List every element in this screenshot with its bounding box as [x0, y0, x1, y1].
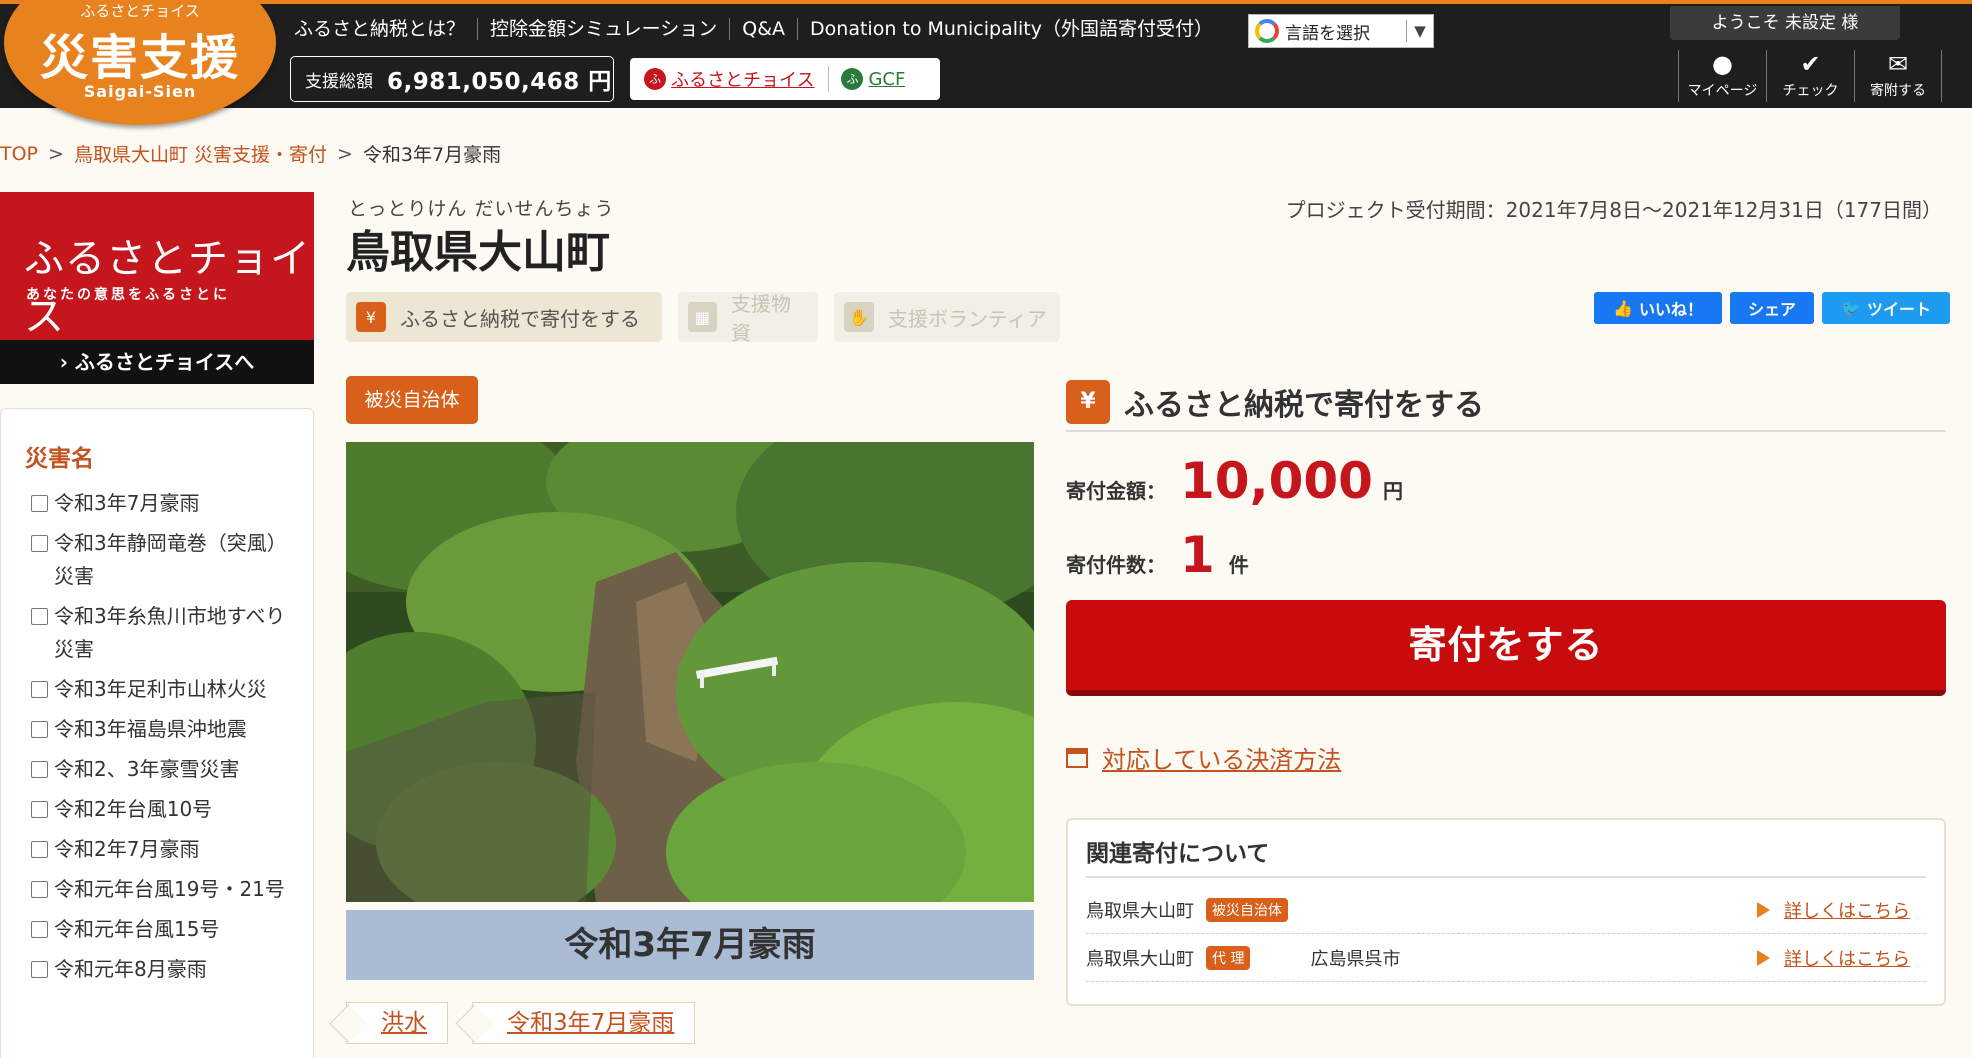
total-support-label: 支援総額 — [305, 71, 373, 92]
support-tabs: ¥ ふるさと納税で寄付をする ▦ 支援物資 ✋ 支援ボランティア — [346, 292, 1060, 345]
related-row: 鳥取県大山町 被災自治体 詳しくはこちら — [1086, 886, 1926, 934]
google-icon — [1255, 19, 1279, 43]
page-title: 鳥取県大山町 — [346, 227, 610, 278]
tag-july-rain[interactable]: 令和3年7月豪雨 — [472, 1002, 696, 1044]
disaster-list: 令和3年7月豪雨 令和3年静岡竜巻（突風）災害 令和3年糸魚川市地すべり災害 令… — [31, 487, 291, 993]
disaster-item[interactable]: 令和元年8月豪雨 — [31, 953, 291, 986]
checkbox[interactable] — [31, 921, 48, 938]
related-heading: 関連寄付について — [1086, 841, 1270, 867]
disaster-item[interactable]: 令和元年台風15号 — [31, 913, 291, 946]
banner-subtitle: あなたの意思をふるさとに — [26, 287, 230, 303]
twitter-bird-icon: 🐦 — [1841, 298, 1861, 318]
checkbox[interactable] — [31, 535, 48, 552]
disaster-item[interactable]: 令和2、3年豪雪災害 — [31, 753, 291, 786]
check-icon: ✔ — [1800, 50, 1821, 78]
disaster-filter-box: 災害名 令和3年7月豪雨 令和3年静岡竜巻（突風）災害 令和3年糸魚川市地すべり… — [0, 408, 314, 1058]
checkbox[interactable] — [31, 841, 48, 858]
credit-card-icon — [1066, 747, 1088, 768]
thumbs-up-icon: 👍 — [1613, 298, 1633, 318]
user-menu: ● マイページ ✔ チェック ✉ 寄附する — [1678, 50, 1942, 102]
disaster-item[interactable]: 令和3年7月豪雨 — [31, 487, 291, 520]
nav-deduction-simulation[interactable]: 控除金額シミュレーション — [477, 18, 729, 40]
checkbox[interactable] — [31, 608, 48, 625]
box-icon: ▦ — [688, 302, 717, 332]
partner-links: ふ ふるさとチョイス ふ GCF — [630, 58, 940, 100]
welcome-message: ようこそ 未設定 様 — [1670, 6, 1900, 40]
checkbox[interactable] — [31, 761, 48, 778]
checkbox[interactable] — [31, 881, 48, 898]
handshake-icon: ✋ — [844, 302, 874, 332]
donation-amount: 寄付金額： 10,000 円 — [1066, 452, 1403, 510]
facebook-like-button[interactable]: 👍 いいね！ — [1594, 292, 1722, 324]
tag-flood[interactable]: 洪水 — [346, 1002, 448, 1044]
checkbox[interactable] — [31, 721, 48, 738]
furusato-choice-icon: ふ — [644, 68, 666, 90]
checkbox[interactable] — [31, 681, 48, 698]
tweet-button[interactable]: 🐦 ツイート — [1822, 292, 1950, 324]
global-nav: ふるさと納税とは？ 控除金額シミュレーション Q&A Donation to M… — [282, 14, 1225, 44]
donate-icon: ✉ — [1887, 50, 1909, 78]
donate-header-button[interactable]: ✉ 寄附する — [1854, 50, 1942, 102]
tab-volunteer[interactable]: ✋ 支援ボランティア — [834, 292, 1060, 342]
disaster-item[interactable]: 令和元年台風19号・21号 — [31, 873, 291, 906]
tab-relief-supplies[interactable]: ▦ 支援物資 — [678, 292, 818, 345]
related-row: 鳥取県大山町 代 理 広島県呉市 詳しくはこちら — [1086, 934, 1926, 982]
disaster-item[interactable]: 令和3年静岡竜巻（突風）災害 — [31, 527, 291, 593]
checkbox[interactable] — [31, 495, 48, 512]
mypage-button[interactable]: ● マイページ — [1678, 50, 1766, 102]
user-icon: ● — [1712, 50, 1733, 78]
related-donations-box: 関連寄付について 鳥取県大山町 被災自治体 詳しくはこちら 鳥取県大山町 代 理… — [1066, 818, 1946, 1006]
yen-bag-icon: ¥ — [356, 302, 386, 332]
banner-link[interactable]: › ふるさとチョイスへ — [0, 340, 314, 384]
social-buttons: 👍 いいね！ シェア 🐦 ツイート — [1594, 292, 1950, 324]
checkbox[interactable] — [31, 961, 48, 978]
affected-municipality-badge: 被災自治体 — [346, 376, 478, 424]
donation-count: 寄付件数： 1 件 — [1066, 526, 1249, 584]
donation-section-heading: ¥ ふるさと納税で寄付をする — [1066, 374, 1946, 432]
gcf-link[interactable]: ふ GCF — [829, 68, 917, 90]
disaster-item[interactable]: 令和3年糸魚川市地すべり災害 — [31, 600, 291, 666]
breadcrumb-top[interactable]: TOP — [0, 143, 38, 165]
nav-foreign-donation[interactable]: Donation to Municipality（外国語寄付受付） — [797, 18, 1225, 40]
tab-furusato-donation[interactable]: ¥ ふるさと納税で寄付をする — [346, 292, 662, 342]
yen-bag-icon: ¥ — [1066, 380, 1110, 424]
breadcrumb-current: 令和3年7月豪雨 — [362, 144, 502, 166]
project-period: プロジェクト受付期間：2021年7月8日～2021年12月31日（177日間） — [1285, 198, 1942, 222]
status-badge: 代 理 — [1206, 945, 1251, 970]
proxy-municipality: 広島県呉市 — [1310, 948, 1401, 970]
disaster-item[interactable]: 令和2年7月豪雨 — [31, 833, 291, 866]
language-select[interactable]: 言語を選択 ▼ — [1248, 14, 1434, 48]
details-link[interactable]: 詳しくはこちら — [1757, 897, 1910, 923]
triangle-right-icon — [1757, 949, 1770, 966]
disaster-item[interactable]: 令和3年足利市山林火災 — [31, 673, 291, 706]
furusato-choice-link[interactable]: ふ ふるさとチョイス — [630, 66, 830, 92]
tag-list: 洪水 令和3年7月豪雨 — [346, 1002, 696, 1044]
donation-amount-value: 10,000 — [1180, 452, 1373, 510]
triangle-right-icon — [1757, 901, 1770, 918]
checkbox[interactable] — [31, 801, 48, 818]
disaster-photo — [346, 442, 1034, 902]
dropdown-arrow-icon: ▼ — [1414, 22, 1426, 40]
furusato-choice-banner[interactable]: ふるさとチョイス あなたの意思をふるさとに › ふるさとチョイスへ — [0, 192, 314, 384]
total-support-value: 6,981,050,468 円 — [387, 69, 612, 95]
check-button[interactable]: ✔ チェック — [1766, 50, 1854, 102]
language-select-label: 言語を選択 — [1285, 23, 1370, 44]
gcf-icon: ふ — [841, 68, 864, 90]
disaster-item[interactable]: 令和2年台風10号 — [31, 793, 291, 826]
breadcrumb-parent[interactable]: 鳥取県大山町 災害支援・寄付 — [74, 140, 327, 167]
payment-methods-link[interactable]: 対応している決済方法 — [1066, 740, 1341, 775]
total-support-amount: 支援総額 6,981,050,468 円 — [290, 56, 614, 102]
nav-about-furusato[interactable]: ふるさと納税とは？ — [282, 18, 477, 40]
photo-caption: 令和3年7月豪雨 — [346, 910, 1034, 980]
facebook-share-button[interactable]: シェア — [1730, 292, 1814, 324]
disaster-heading: 災害名 — [25, 446, 94, 472]
nav-qa[interactable]: Q&A — [729, 18, 797, 40]
details-link[interactable]: 詳しくはこちら — [1757, 945, 1910, 971]
donation-count-value: 1 — [1180, 526, 1215, 584]
donate-button[interactable]: 寄付をする — [1066, 600, 1946, 696]
disaster-item[interactable]: 令和3年福島県沖地震 — [31, 713, 291, 746]
breadcrumb: TOP > 鳥取県大山町 災害支援・寄付 > 令和3年7月豪雨 — [0, 140, 501, 167]
global-header: ふるさと納税とは？ 控除金額シミュレーション Q&A Donation to M… — [0, 0, 1972, 108]
status-badge: 被災自治体 — [1206, 897, 1288, 922]
